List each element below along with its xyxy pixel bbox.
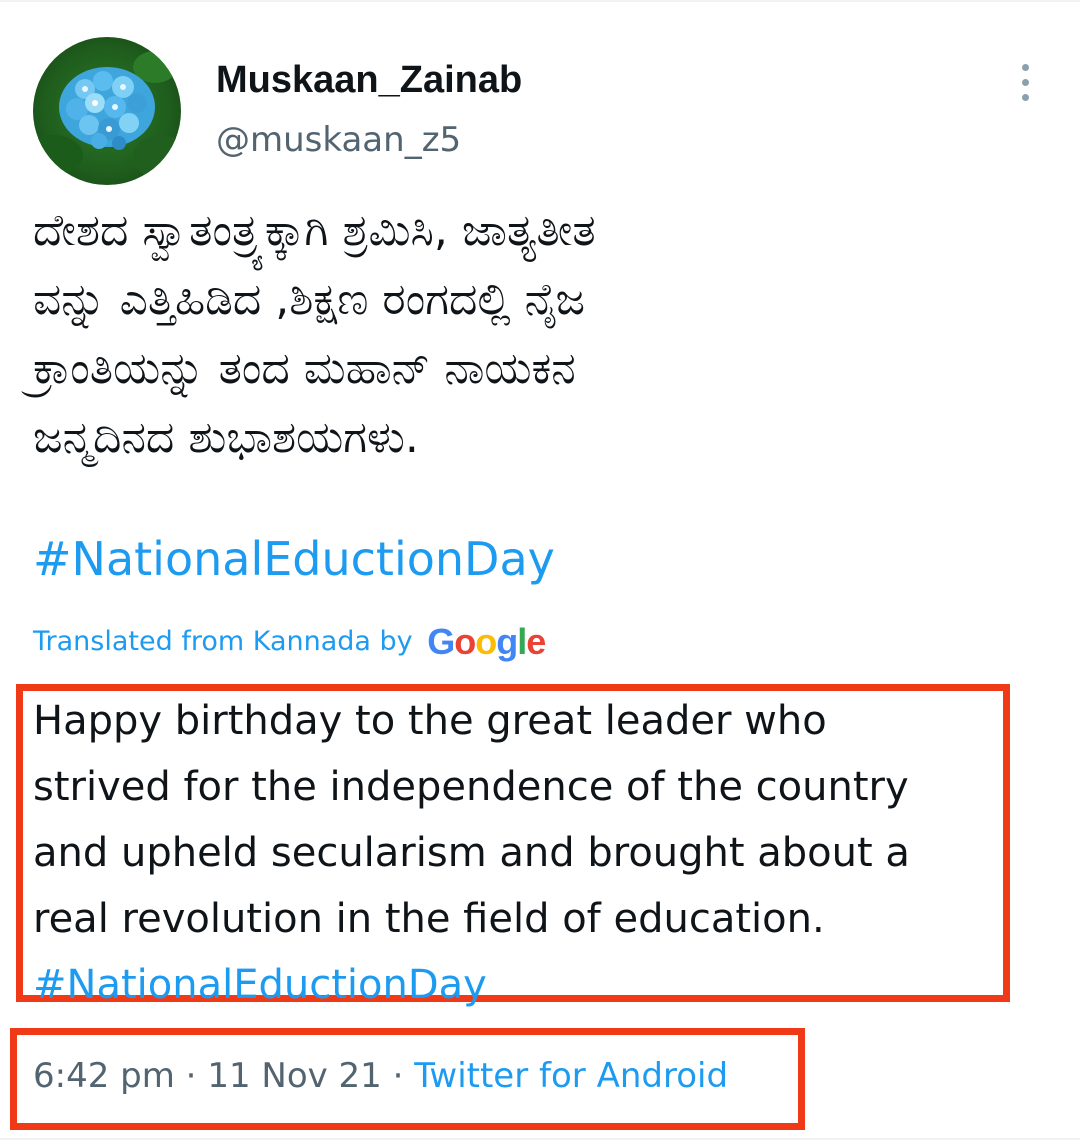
- tweet-text-line: ಜನ್ಮದಿನದ ಶುಭಾಶಯಗಳು.: [33, 412, 419, 463]
- author-display-name[interactable]: Muskaan_Zainab: [216, 58, 522, 102]
- top-divider: [0, 0, 1080, 2]
- google-logo: Google: [427, 621, 546, 662]
- tweet-text-line: ಕ್ರಾಂತಿಯನ್ನು ತಂದ ಮಹಾನ್ ನಾಯಕನ: [33, 343, 576, 394]
- meta-separator: ·: [174, 1056, 208, 1096]
- more-options-button[interactable]: [1008, 58, 1044, 106]
- author-handle[interactable]: @muskaan_z5: [216, 118, 461, 162]
- tweet-text: ದೇಶದ ಸ್ವಾತಂತ್ರ್ಯಕ್ಕಾಗಿ ಶ್ರಮಿಸಿ, ಜಾತ್ಯತೀತ…: [33, 196, 1043, 472]
- tweet-text-line: ವನ್ನು ಎತ್ತಿಹಿಡಿದ ,ಶಿಕ್ಷಣ ರಂಗದಲ್ಲಿ ನೈಜ: [33, 274, 586, 325]
- avatar[interactable]: [33, 37, 181, 185]
- more-vertical-icon: [1022, 64, 1029, 71]
- tweet-source-link[interactable]: Twitter for Android: [414, 1056, 728, 1096]
- bottom-divider: [0, 1138, 1080, 1140]
- translated-text-line: real revolution in the field of educatio…: [33, 896, 825, 942]
- translated-tweet-text: Happy birthday to the great leader who s…: [33, 688, 1023, 1018]
- meta-separator: ·: [381, 1056, 415, 1096]
- translated-text-line: and upheld secularism and brought about …: [33, 830, 910, 876]
- translation-attribution: Translated from Kannada by Google: [33, 620, 546, 664]
- tweet-time[interactable]: 6:42 pm: [33, 1056, 175, 1096]
- translated-hashtag-link[interactable]: #NationalEductionDay: [33, 952, 1023, 1018]
- more-vertical-icon-dot: [1022, 79, 1029, 86]
- more-vertical-icon-dot: [1022, 94, 1029, 101]
- translated-text-line: strived for the independence of the coun…: [33, 764, 909, 810]
- tweet-date[interactable]: 11 Nov 21: [207, 1056, 382, 1096]
- translated-from-label[interactable]: Translated from Kannada by: [33, 626, 413, 657]
- tweet-text-line: ದೇಶದ ಸ್ವಾತಂತ್ರ್ಯಕ್ಕಾಗಿ ಶ್ರಮಿಸಿ, ಜಾತ್ಯತೀತ: [33, 205, 596, 256]
- tweet-hashtag-link[interactable]: #NationalEductionDay: [33, 524, 555, 594]
- translated-text-line: Happy birthday to the great leader who: [33, 698, 827, 744]
- hydrangea-avatar-image: [33, 51, 181, 179]
- tweet-meta: 6:42 pm · 11 Nov 21 · Twitter for Androi…: [33, 1050, 728, 1102]
